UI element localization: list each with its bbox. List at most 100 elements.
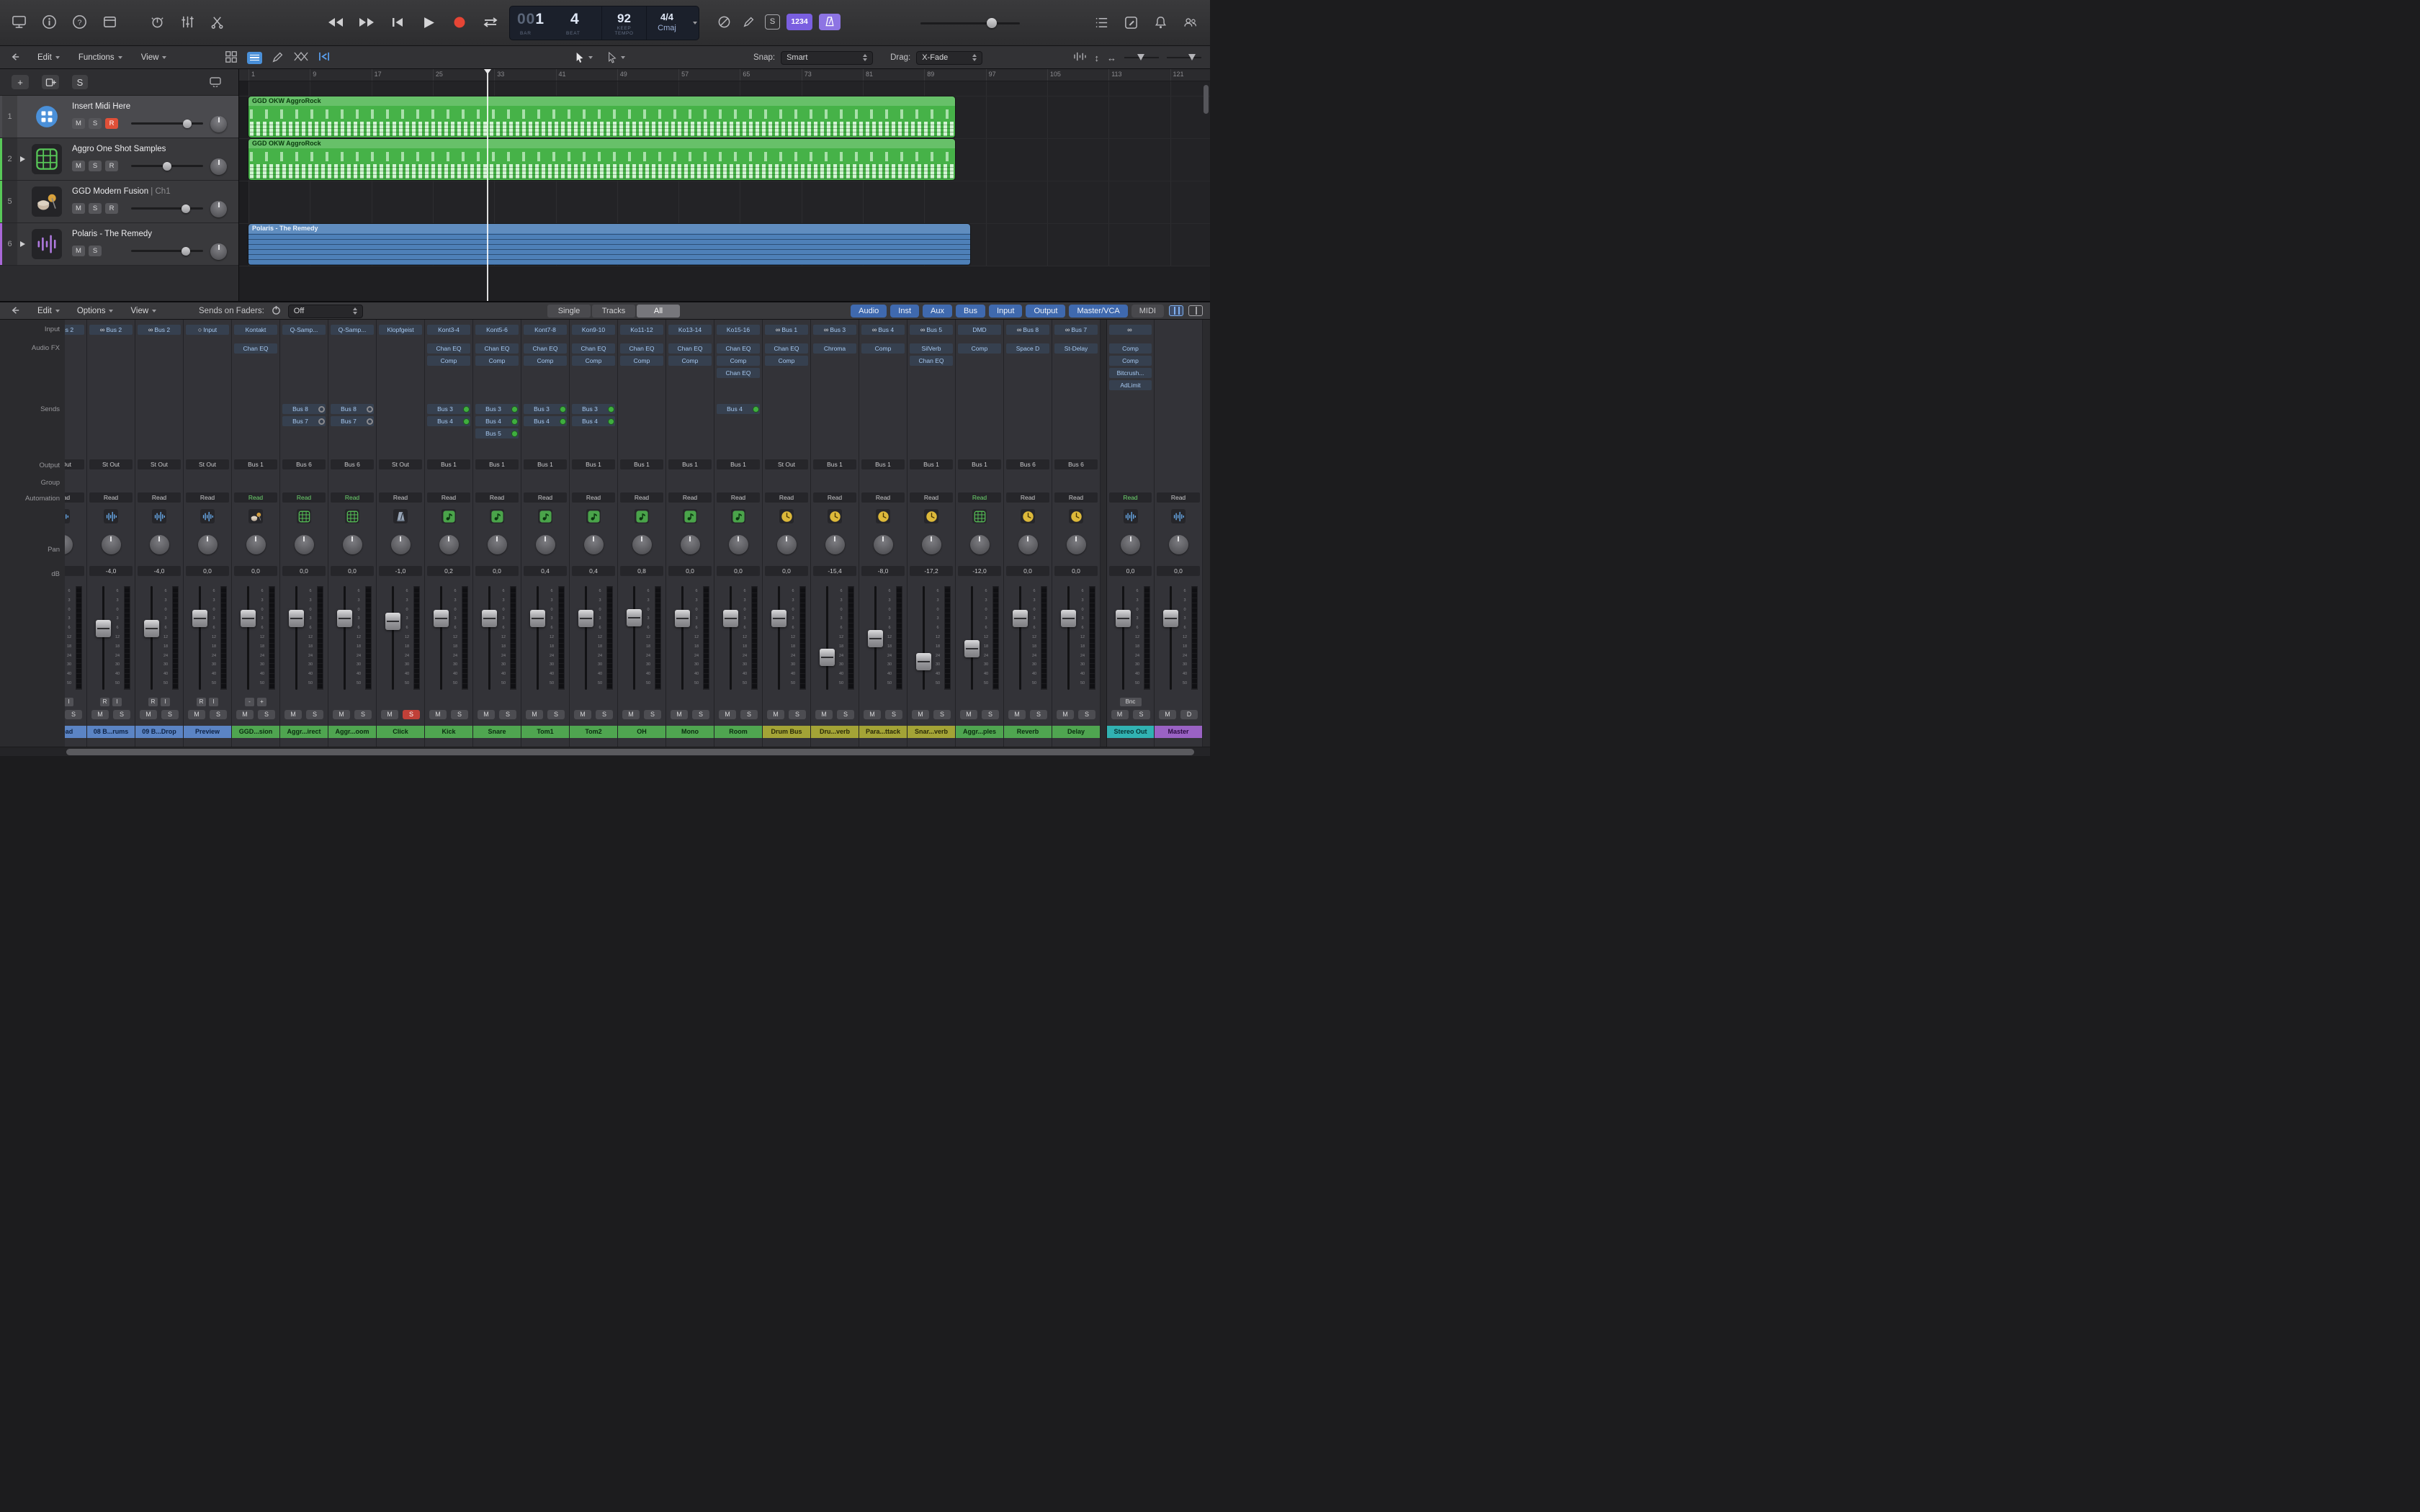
automation-mode-slot[interactable]: Read (234, 492, 277, 503)
solo-button[interactable]: S (644, 709, 661, 719)
solo-button[interactable]: S (306, 709, 323, 719)
output-slot[interactable]: Bus 1 (572, 459, 615, 469)
channel-name[interactable]: Stereo Out (1107, 726, 1154, 738)
solo-button[interactable]: S (837, 709, 854, 719)
filter-button-inst[interactable]: Inst (890, 304, 920, 318)
track-solo-button[interactable]: S (89, 203, 102, 214)
channel-strip[interactable]: Kont5-6 Chan EQ Comp Bus 3 Bus 4 Bus 5 Bus 1 Re… (473, 320, 521, 747)
audio-fx-slot[interactable]: Comp (475, 356, 519, 366)
tracks-menu-edit[interactable]: Edit (37, 53, 60, 62)
filter-button-output[interactable]: Output (1026, 304, 1066, 318)
channel-name[interactable]: Preview (184, 726, 231, 738)
channel-name[interactable]: Kick (425, 726, 472, 738)
send-level-knob[interactable] (753, 405, 759, 413)
output-slot[interactable]: Bus 1 (717, 459, 760, 469)
channel-strip[interactable]: Klopfgeist St Out Read -1,0 6 3 0 3 6 12 18 24 30 40 5… (377, 320, 425, 747)
output-slot[interactable]: St Out (765, 459, 808, 469)
track-record-button[interactable]: R (105, 203, 118, 214)
volume-db-value[interactable]: 0,0 (331, 566, 374, 576)
library-icon[interactable] (9, 11, 29, 32)
play-button[interactable] (418, 12, 439, 32)
mute-button[interactable]: M (1057, 709, 1074, 719)
playhead-line[interactable] (487, 69, 488, 301)
volume-db-value[interactable]: -4,0 (138, 566, 181, 576)
pan-knob[interactable] (101, 534, 121, 554)
audio-fx-slot[interactable]: Comp (958, 343, 1001, 354)
send-level-knob[interactable] (608, 418, 614, 425)
volume-db-value[interactable]: 0,0 (1109, 566, 1152, 576)
filter-button-midi[interactable]: MIDI (1131, 304, 1164, 318)
output-slot[interactable]: Bus 1 (234, 459, 277, 469)
audio-fx-slot[interactable]: Comp (861, 343, 905, 354)
audio-fx-slot[interactable]: Chan EQ (620, 343, 663, 354)
output-slot[interactable]: Bus 6 (1006, 459, 1049, 469)
fader-thumb[interactable] (675, 610, 690, 627)
audio-fx-slot[interactable]: Comp (717, 356, 760, 366)
mixer-menu-options[interactable]: Options (77, 307, 114, 315)
output-slot[interactable]: Bus 6 (282, 459, 326, 469)
track-volume-slider[interactable] (131, 246, 203, 256)
scope-button-all[interactable]: All (637, 304, 680, 318)
input-monitor-button[interactable]: I (112, 697, 122, 706)
input-slot[interactable]: ∞ Bus 7 (1054, 325, 1098, 335)
pan-knob[interactable] (680, 534, 700, 554)
channel-strip[interactable]: ∞ Bus 4 Comp Bus 1 Read -8,0 6 3 0 3 6 12 18 24 30 40 50… (859, 320, 908, 747)
audio-fx-slot[interactable]: Chan EQ (765, 343, 808, 354)
pan-knob[interactable] (1018, 534, 1038, 554)
pan-knob[interactable] (390, 534, 411, 554)
pan-knob[interactable] (1066, 534, 1086, 554)
output-slot[interactable]: Bus 1 (668, 459, 712, 469)
mute-button[interactable]: M (526, 709, 543, 719)
solo-button[interactable]: S (547, 709, 565, 719)
tracks-back-icon[interactable] (10, 52, 21, 65)
pencil-icon[interactable] (740, 13, 758, 30)
channel-strip[interactable]: ∞ Bus 1 Chan EQ Comp St Out Read 0,0 6 3 0 3 6 12 18 2… (763, 320, 811, 747)
channel-name[interactable]: Snare (473, 726, 521, 738)
audio-fx-slot[interactable]: Chan EQ (717, 368, 760, 378)
waveform-zoom-icon[interactable] (1073, 51, 1087, 64)
mute-button[interactable]: M (719, 709, 736, 719)
automation-mode-slot[interactable]: Read (572, 492, 615, 503)
send-slot[interactable]: Bus 8 (282, 404, 326, 414)
single-pane-icon[interactable] (1169, 305, 1183, 316)
volume-db-value[interactable]: 0,0 (765, 566, 808, 576)
send-level-knob[interactable] (318, 405, 325, 413)
filter-button-bus[interactable]: Bus (956, 304, 985, 318)
send-level-knob[interactable] (560, 418, 566, 425)
channel-name[interactable]: 08 B...rums (87, 726, 135, 738)
channel-strip[interactable]: Ko13-14 Chan EQ Comp Bus 1 Read 0,0 6 3 0 3 6 12 18 2… (666, 320, 714, 747)
horizontal-zoom-slider[interactable] (1167, 53, 1201, 62)
send-slot[interactable]: Bus 3 (524, 404, 567, 414)
output-slot[interactable]: Bus 1 (861, 459, 905, 469)
solo-mode-badge[interactable]: S (765, 14, 780, 30)
input-slot[interactable]: Kontakt (234, 325, 277, 335)
mute-button[interactable]: M (1159, 709, 1176, 719)
solo-button[interactable]: S (789, 709, 806, 719)
volume-db-value[interactable]: -1,0 (379, 566, 422, 576)
quick-help-icon[interactable]: ? (69, 11, 89, 32)
auto-zoom-icon[interactable] (318, 51, 331, 64)
toolbar-toggle-icon[interactable] (99, 11, 120, 32)
send-slot[interactable]: Bus 7 (331, 416, 374, 426)
solo-button[interactable]: S (885, 709, 902, 719)
pan-knob[interactable] (1168, 534, 1188, 554)
audio-fx-slot[interactable]: Comp (524, 356, 567, 366)
channel-strip[interactable]: ○ Input St Out Read 0,0 6 3 0 3 6 12 18 24 30 40 50 R I M S… (184, 320, 232, 747)
fader-thumb[interactable] (723, 610, 738, 627)
horizontal-zoom-icon[interactable]: ↔ (1107, 53, 1116, 63)
send-level-knob[interactable] (463, 405, 470, 413)
editors-icon[interactable] (207, 11, 228, 32)
channel-name[interactable]: Drum Bus (763, 726, 810, 738)
pan-knob[interactable] (728, 534, 748, 554)
output-slot[interactable]: Bus 1 (958, 459, 1001, 469)
scrollbar-thumb[interactable] (66, 749, 1194, 755)
mute-button[interactable]: M (236, 709, 254, 719)
track-mute-button[interactable]: M (72, 203, 85, 214)
channel-strip[interactable]: Q-Samp... Bus 8 Bus 7 Bus 6 Read 0,0 6 3 0 3 6 12 18… (280, 320, 328, 747)
rewind-button[interactable] (326, 12, 346, 32)
mute-button[interactable]: M (1111, 709, 1129, 719)
automation-mode-slot[interactable]: Read (379, 492, 422, 503)
master-volume-slider[interactable] (920, 18, 1020, 28)
solo-button[interactable]: S (1030, 709, 1047, 719)
duplicate-track-button[interactable] (42, 75, 59, 89)
